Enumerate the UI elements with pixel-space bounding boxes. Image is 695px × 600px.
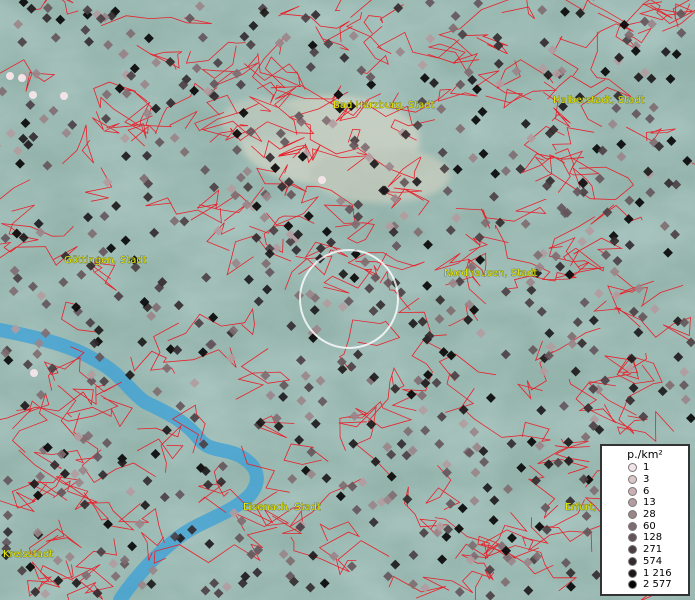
legend-label: 128 [643, 532, 663, 544]
legend-swatch [628, 556, 637, 566]
legend-swatch [628, 510, 637, 520]
legend-swatch [628, 498, 637, 508]
legend-swatch [628, 580, 637, 590]
legend-item: 574 [602, 556, 688, 568]
legend-label: 6 [643, 485, 650, 497]
legend-item: 1 [602, 462, 688, 474]
legend-swatch [628, 533, 637, 543]
legend-item: 1 216 [602, 567, 688, 579]
legend-item: 13 [602, 497, 688, 509]
place-label: Erfurt, [565, 502, 597, 513]
density-point [29, 91, 37, 99]
legend-swatch [628, 568, 637, 578]
legend-label: 60 [643, 520, 656, 532]
legend-item: 6 [602, 485, 688, 497]
legend-swatch [628, 475, 637, 485]
legend-item: 271 [602, 544, 688, 556]
legend-label: 1 216 [643, 567, 672, 579]
legend-label: 271 [643, 544, 663, 556]
place-label: Göttingen, Stadt [64, 255, 147, 266]
place-label: Eisenach, Stadt [243, 502, 321, 513]
density-legend: p./km² 1 3 6 13 28 60 128 271 574 1 216 2 577 [600, 444, 690, 596]
legend-title: p./km² [627, 448, 663, 461]
density-point [30, 369, 38, 377]
legend-items: 1 3 6 13 28 60 128 271 574 1 216 2 577 [602, 462, 688, 591]
density-point [18, 74, 26, 82]
legend-item: 2 577 [602, 579, 688, 591]
place-label: Kreisstadt [3, 549, 53, 560]
legend-item: 3 [602, 474, 688, 486]
density-point [318, 176, 326, 184]
map-canvas[interactable]: Bad Harzburg, Stadt Halberstadt, Stadt G… [0, 0, 695, 600]
legend-label: 3 [643, 474, 650, 486]
place-label: Halberstadt, Stadt [553, 95, 645, 106]
legend-swatch [628, 463, 637, 473]
legend-item: 60 [602, 520, 688, 532]
legend-item: 128 [602, 532, 688, 544]
legend-item: 28 [602, 509, 688, 521]
legend-swatch [628, 545, 637, 555]
place-label: Bad Harzburg, Stadt [333, 100, 435, 111]
legend-label: 28 [643, 509, 656, 521]
legend-label: 1 [643, 462, 650, 474]
density-point [6, 72, 14, 80]
legend-label: 13 [643, 497, 656, 509]
legend-swatch [628, 521, 637, 531]
legend-label: 574 [643, 555, 663, 567]
density-point [60, 92, 68, 100]
legend-label: 2 577 [643, 579, 672, 591]
legend-swatch [628, 486, 637, 496]
place-label: Nordhausen, Stadt [444, 268, 537, 279]
